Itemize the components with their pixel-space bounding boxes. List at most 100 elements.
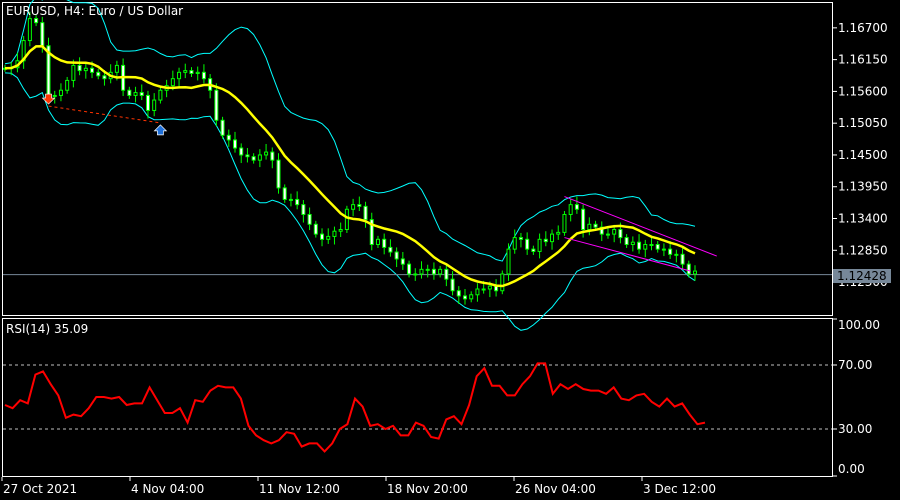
- candle-body: [512, 237, 517, 250]
- candle-body: [195, 71, 200, 74]
- candle: [133, 86, 138, 103]
- candle-body: [145, 94, 150, 111]
- buy-arrow-icon: [153, 124, 168, 136]
- candle-body: [270, 151, 275, 161]
- candle: [531, 245, 536, 255]
- candle: [562, 211, 567, 236]
- candle: [127, 86, 132, 99]
- candle-body: [481, 288, 486, 291]
- candle: [338, 222, 343, 237]
- candle-body: [693, 270, 697, 275]
- candle-body: [102, 75, 107, 80]
- candle: [295, 191, 300, 210]
- candle: [630, 236, 635, 252]
- candle: [500, 270, 505, 295]
- candle-body: [351, 204, 356, 210]
- candle: [307, 207, 312, 231]
- candle-body: [40, 22, 45, 47]
- candle: [456, 286, 461, 305]
- candle-body: [649, 244, 654, 247]
- candle-body: [587, 223, 592, 230]
- rsi-y-tick-label: 30.00: [838, 422, 872, 436]
- candle-body: [183, 70, 188, 73]
- candle-body: [456, 290, 461, 297]
- candle: [537, 233, 542, 259]
- candle-body: [581, 208, 586, 230]
- candle: [77, 57, 82, 76]
- candle-body: [264, 151, 269, 156]
- rsi-plot[interactable]: [3, 362, 832, 453]
- candle-body: [375, 238, 380, 246]
- candle: [543, 231, 548, 247]
- candle-body: [52, 94, 57, 97]
- candle-body: [463, 295, 467, 300]
- x-tick-label: 27 Oct 2021: [3, 482, 77, 496]
- candle-body: [83, 67, 88, 72]
- candle: [245, 148, 250, 163]
- candle: [512, 229, 517, 254]
- candle-body: [655, 244, 660, 250]
- candle: [288, 193, 293, 207]
- candle-body: [574, 204, 579, 210]
- candle: [326, 228, 331, 244]
- candle-body: [313, 223, 318, 235]
- candle: [382, 233, 387, 255]
- rsi-panel-frame: [2, 318, 833, 477]
- price-plot[interactable]: [3, 0, 832, 331]
- candle-body: [233, 139, 237, 149]
- candle-body: [34, 18, 39, 24]
- candle-body: [133, 92, 138, 96]
- candle-body: [338, 228, 343, 232]
- candle: [587, 217, 592, 236]
- candle-body: [400, 258, 405, 265]
- candle-body: [189, 70, 194, 74]
- candle-body: [139, 92, 144, 96]
- candle-body: [618, 228, 623, 239]
- bollinger-lower: [4, 72, 696, 331]
- candle-body: [438, 268, 443, 275]
- x-tick-label: 11 Nov 12:00: [259, 482, 340, 496]
- candle: [574, 196, 579, 214]
- candle-body: [158, 89, 163, 101]
- candle: [264, 143, 269, 160]
- candle: [214, 83, 219, 127]
- candle: [388, 239, 393, 257]
- candle: [599, 221, 604, 242]
- candle-body: [537, 238, 542, 252]
- candle-body: [605, 233, 610, 236]
- candle-body: [531, 248, 536, 252]
- candle-body: [487, 285, 492, 290]
- candle: [494, 279, 499, 297]
- candle: [369, 212, 374, 251]
- main-panel-frame: [2, 2, 833, 316]
- current-price-label: 1.12428: [833, 269, 891, 283]
- candle: [189, 67, 194, 77]
- candle: [363, 201, 368, 228]
- candle: [58, 83, 63, 102]
- candle: [251, 153, 256, 164]
- y-tick-label: 1.12850: [838, 243, 888, 257]
- candle-body: [114, 64, 119, 73]
- candle-body: [686, 263, 691, 275]
- candle-body: [214, 89, 219, 121]
- candle: [444, 263, 449, 287]
- candle-body: [245, 154, 250, 158]
- candle: [649, 237, 654, 251]
- candle: [438, 265, 443, 278]
- y-tick-label: 1.15050: [838, 116, 888, 130]
- candle-body: [444, 268, 449, 280]
- candle: [394, 247, 399, 268]
- candle: [661, 243, 666, 257]
- y-tick-label: 1.15600: [838, 84, 888, 98]
- candle-body: [518, 237, 523, 240]
- candle: [52, 90, 57, 104]
- candle-body: [220, 119, 225, 136]
- candle-body: [450, 278, 455, 292]
- candle-body: [201, 71, 206, 80]
- candle-body: [239, 147, 244, 156]
- candle: [152, 93, 157, 117]
- candle-body: [407, 263, 412, 275]
- candle: [357, 196, 362, 211]
- candle-body: [419, 268, 424, 275]
- candle-body: [469, 294, 474, 300]
